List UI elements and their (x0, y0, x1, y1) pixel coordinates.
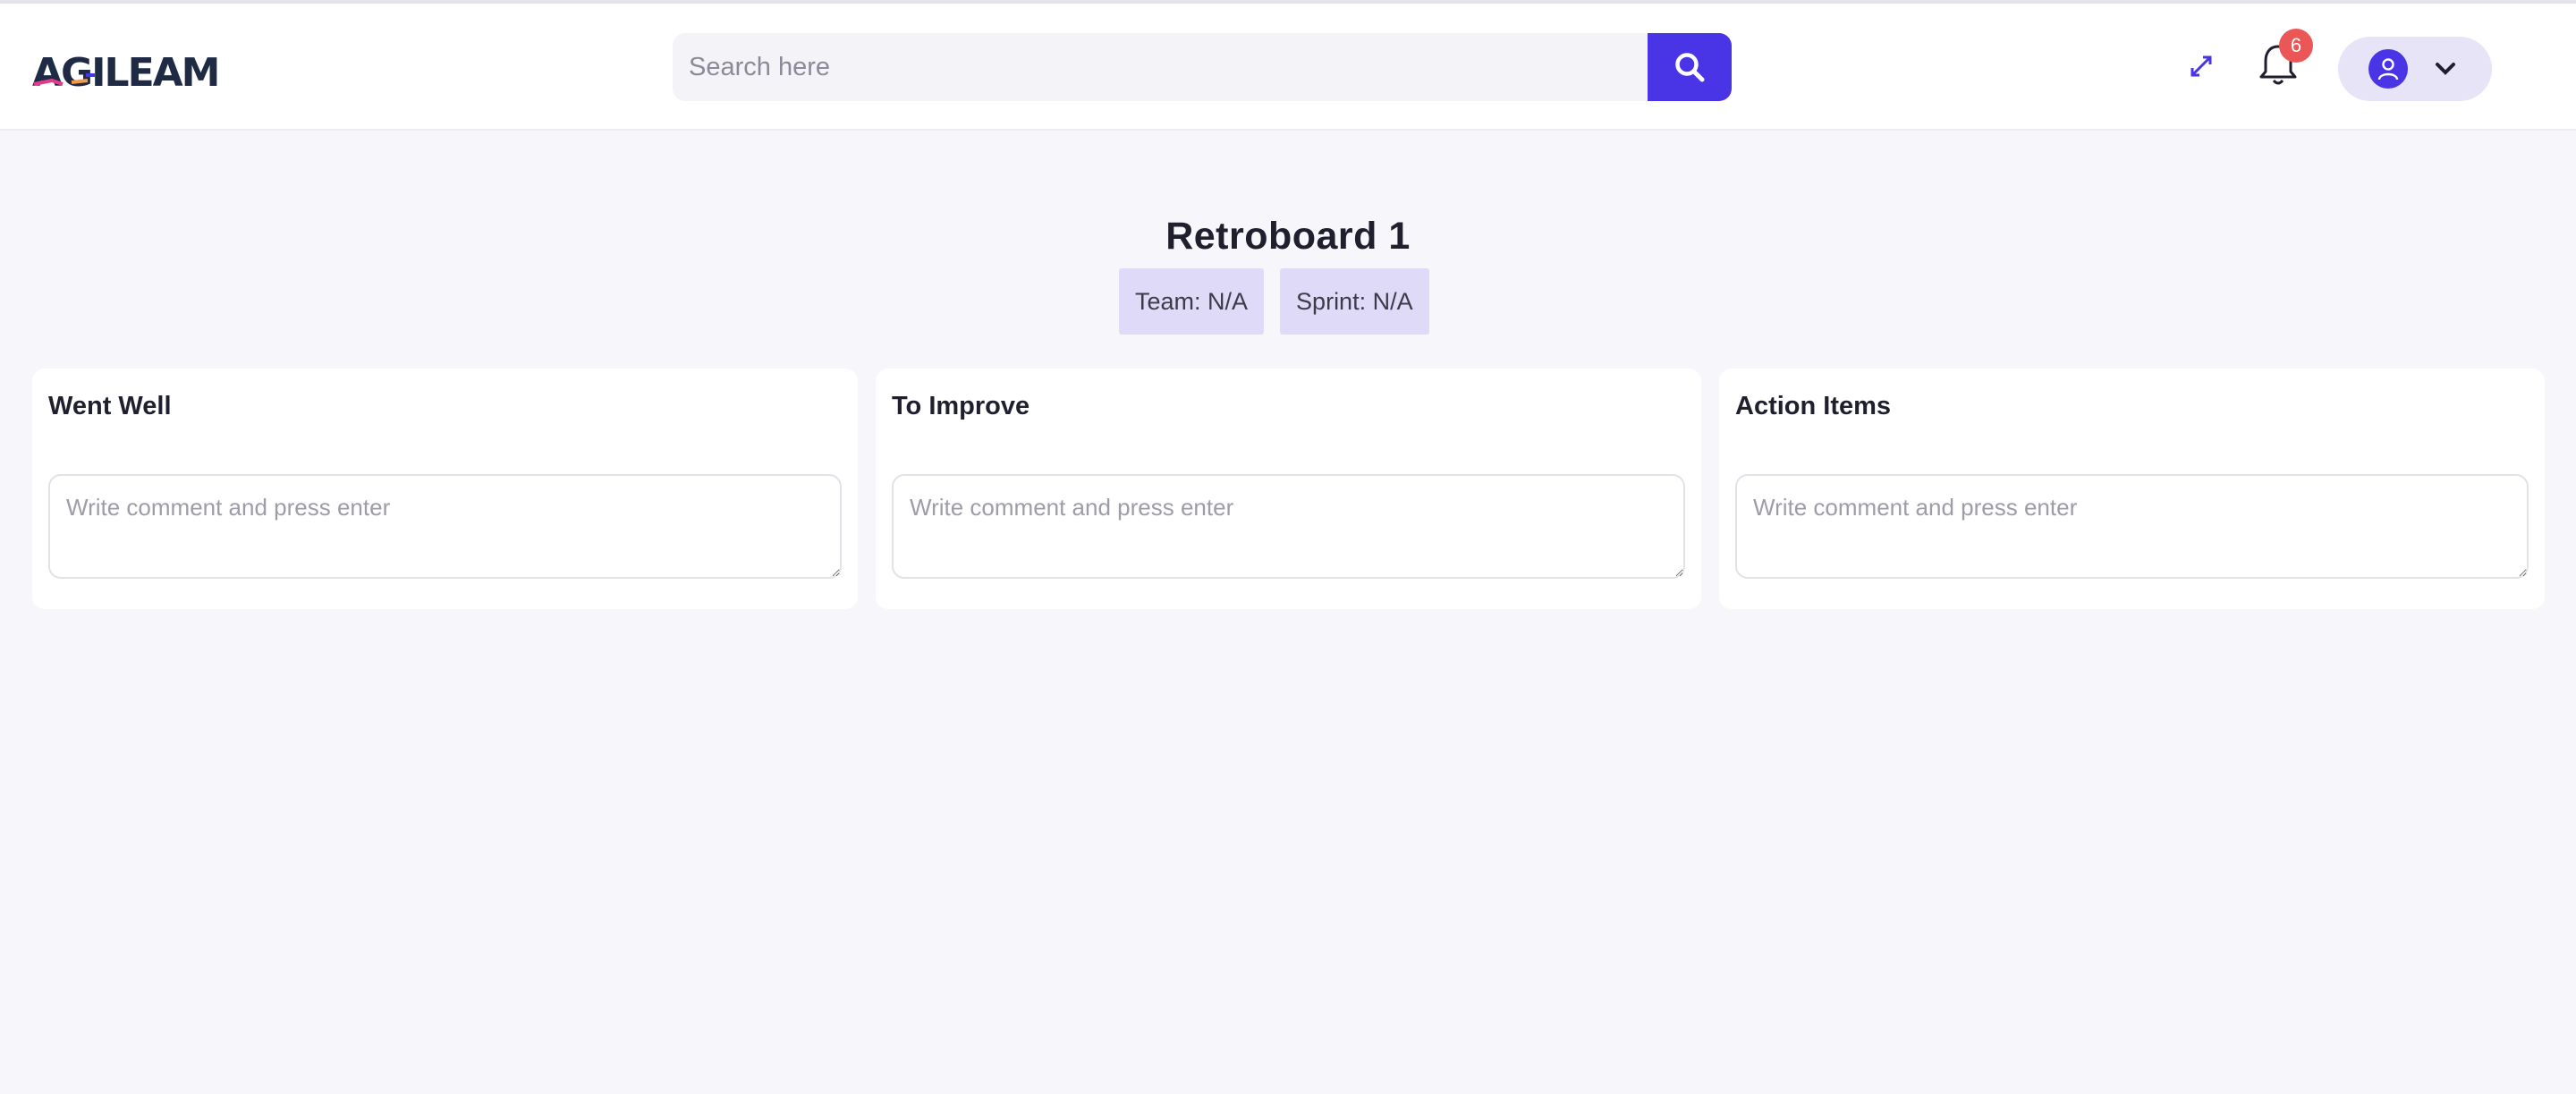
search-button[interactable] (1648, 33, 1732, 101)
column-title: Action Items (1735, 392, 1892, 420)
chevron-down-icon (2436, 63, 2455, 75)
column-title: Went Well (48, 392, 172, 420)
fullscreen-button[interactable] (2185, 50, 2217, 82)
search-icon (1675, 53, 1705, 82)
column-to-improve: To Improve (876, 369, 1701, 609)
svg-text:AGILEAM: AGILEAM (32, 50, 218, 93)
expand-icon (2190, 55, 2212, 77)
agileam-logo[interactable]: AGILEAM (32, 48, 220, 93)
retro-columns: Went Well To Improve Action Items (32, 369, 2545, 609)
page-title: Retroboard 1 (1165, 215, 1411, 258)
team-tag: Team: N/A (1119, 268, 1265, 335)
column-action-items: Action Items (1719, 369, 2545, 609)
action-items-comment-input[interactable] (1735, 474, 2529, 579)
top-header: AGILEAM 6 (0, 4, 2576, 131)
sprint-tag: Sprint: N/A (1280, 268, 1429, 335)
search-input[interactable] (673, 33, 1648, 101)
notification-count-badge: 6 (2279, 29, 2313, 63)
user-menu[interactable] (2338, 37, 2492, 101)
went-well-comment-input[interactable] (48, 474, 842, 579)
search-bar (673, 33, 1732, 101)
avatar (2368, 49, 2408, 89)
board-tags: Team: N/A Sprint: N/A (1119, 268, 1429, 335)
column-title: To Improve (892, 392, 1030, 420)
logo-mark: AGILEAM (32, 50, 220, 93)
column-went-well: Went Well (32, 369, 858, 609)
user-icon (2377, 58, 2399, 81)
to-improve-comment-input[interactable] (892, 474, 1685, 579)
